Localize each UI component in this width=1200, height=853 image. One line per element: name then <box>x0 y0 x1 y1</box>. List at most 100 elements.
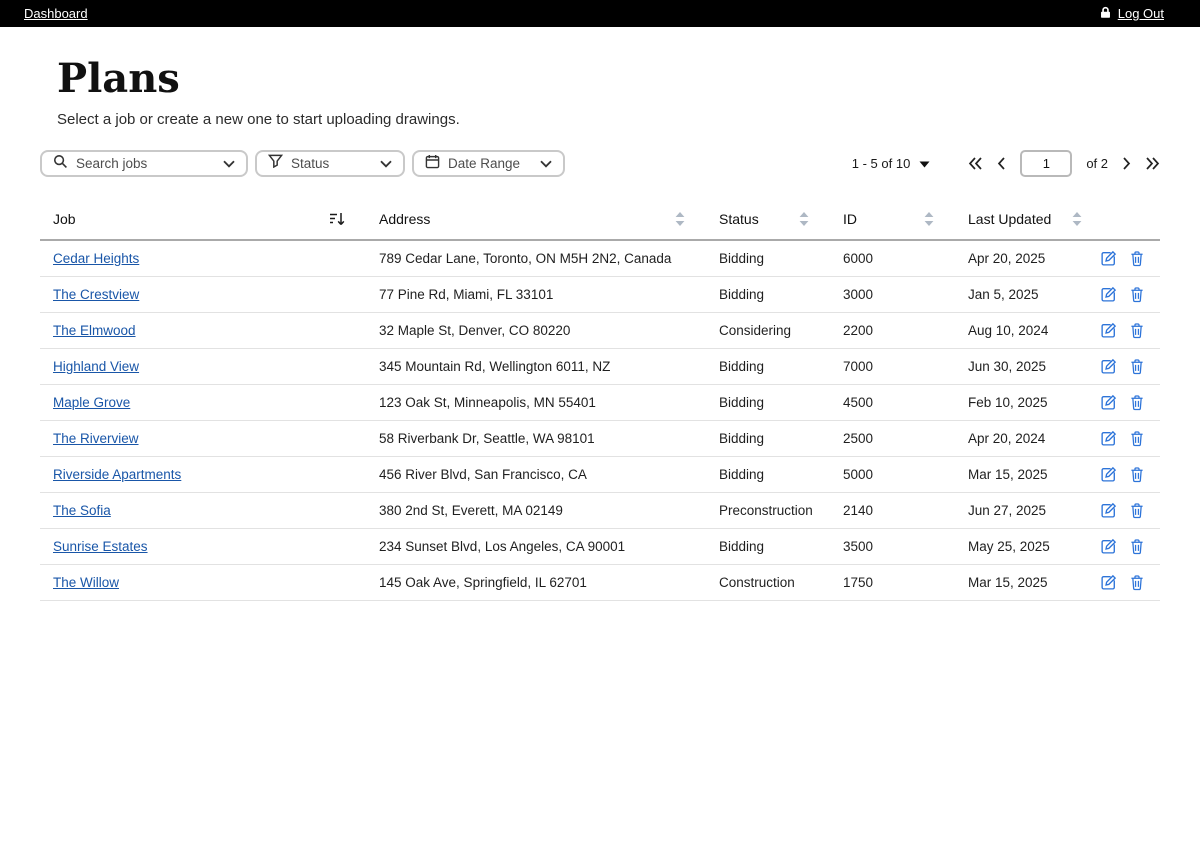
job-link[interactable]: Riverside Apartments <box>53 467 181 482</box>
updated-cell: Apr 20, 2025 <box>968 240 1100 277</box>
job-link[interactable]: The Sofia <box>53 503 111 518</box>
pagination: 1 - 5 of 10 of 2 <box>852 150 1160 177</box>
job-link[interactable]: Highland View <box>53 359 139 374</box>
address-cell: 789 Cedar Lane, Toronto, ON M5H 2N2, Can… <box>379 240 719 277</box>
delete-icon[interactable] <box>1129 574 1145 591</box>
table-header-row: Job Address Status ID <box>40 205 1160 240</box>
next-page-button[interactable] <box>1122 157 1131 170</box>
edit-icon[interactable] <box>1100 574 1117 591</box>
job-link[interactable]: Cedar Heights <box>53 251 139 266</box>
updated-cell: Apr 20, 2024 <box>968 421 1100 457</box>
edit-icon[interactable] <box>1100 250 1117 267</box>
logout-button[interactable]: Log Out <box>1099 6 1164 22</box>
job-link[interactable]: The Crestview <box>53 287 139 302</box>
sort-icon[interactable] <box>675 212 685 226</box>
column-header-job: Job <box>53 211 76 227</box>
address-cell: 77 Pine Rd, Miami, FL 33101 <box>379 277 719 313</box>
page-number-input[interactable] <box>1020 150 1072 177</box>
sort-icon[interactable] <box>1072 212 1082 226</box>
updated-cell: Jun 30, 2025 <box>968 349 1100 385</box>
job-link[interactable]: Maple Grove <box>53 395 130 410</box>
caret-down-icon <box>919 156 930 171</box>
table-row: The Elmwood 32 Maple St, Denver, CO 8022… <box>40 313 1160 349</box>
sort-alpha-icon[interactable] <box>329 212 345 226</box>
rows-per-page-dropdown[interactable]: 1 - 5 of 10 <box>852 156 931 171</box>
updated-cell: Jan 5, 2025 <box>968 277 1100 313</box>
updated-cell: May 25, 2025 <box>968 529 1100 565</box>
column-header-id: ID <box>843 211 857 227</box>
chevron-down-icon <box>223 155 235 173</box>
delete-icon[interactable] <box>1129 322 1145 339</box>
edit-icon[interactable] <box>1100 394 1117 411</box>
delete-icon[interactable] <box>1129 466 1145 483</box>
page-count-label: of 2 <box>1086 156 1108 171</box>
logout-label: Log Out <box>1118 6 1164 21</box>
status-filter-label: Status <box>291 156 329 171</box>
job-link[interactable]: The Willow <box>53 575 119 590</box>
column-header-address: Address <box>379 211 430 227</box>
dashboard-link[interactable]: Dashboard <box>24 6 88 21</box>
edit-icon[interactable] <box>1100 430 1117 447</box>
plans-table: Job Address Status ID <box>40 205 1160 601</box>
address-cell: 58 Riverbank Dr, Seattle, WA 98101 <box>379 421 719 457</box>
status-cell: Bidding <box>719 277 843 313</box>
updated-cell: Feb 10, 2025 <box>968 385 1100 421</box>
delete-icon[interactable] <box>1129 430 1145 447</box>
address-cell: 145 Oak Ave, Springfield, IL 62701 <box>379 565 719 601</box>
date-range-dropdown[interactable]: Date Range <box>412 150 565 177</box>
topbar: Dashboard Log Out <box>0 0 1200 27</box>
job-link[interactable]: The Riverview <box>53 431 139 446</box>
updated-cell: Mar 15, 2025 <box>968 565 1100 601</box>
address-cell: 456 River Blvd, San Francisco, CA <box>379 457 719 493</box>
column-header-status: Status <box>719 211 759 227</box>
status-cell: Bidding <box>719 457 843 493</box>
table-row: The Sofia 380 2nd St, Everett, MA 02149 … <box>40 493 1160 529</box>
lock-icon <box>1099 6 1112 22</box>
sort-icon[interactable] <box>799 212 809 226</box>
id-cell: 2200 <box>843 313 968 349</box>
table-row: The Willow 145 Oak Ave, Springfield, IL … <box>40 565 1160 601</box>
table-row: The Riverview 58 Riverbank Dr, Seattle, … <box>40 421 1160 457</box>
status-cell: Bidding <box>719 421 843 457</box>
id-cell: 2500 <box>843 421 968 457</box>
status-cell: Bidding <box>719 529 843 565</box>
id-cell: 5000 <box>843 457 968 493</box>
sort-icon[interactable] <box>924 212 934 226</box>
status-cell: Preconstruction <box>719 493 843 529</box>
status-filter-dropdown[interactable]: Status <box>255 150 405 177</box>
edit-icon[interactable] <box>1100 286 1117 303</box>
table-row: Cedar Heights 789 Cedar Lane, Toronto, O… <box>40 240 1160 277</box>
delete-icon[interactable] <box>1129 394 1145 411</box>
delete-icon[interactable] <box>1129 286 1145 303</box>
delete-icon[interactable] <box>1129 358 1145 375</box>
search-placeholder: Search jobs <box>76 156 147 171</box>
chevron-down-icon <box>540 155 552 173</box>
status-cell: Considering <box>719 313 843 349</box>
id-cell: 2140 <box>843 493 968 529</box>
edit-icon[interactable] <box>1100 322 1117 339</box>
edit-icon[interactable] <box>1100 502 1117 519</box>
date-range-label: Date Range <box>448 156 520 171</box>
updated-cell: Jun 27, 2025 <box>968 493 1100 529</box>
job-link[interactable]: Sunrise Estates <box>53 539 148 554</box>
edit-icon[interactable] <box>1100 538 1117 555</box>
page-title: Plans <box>57 57 1200 101</box>
table-row: Riverside Apartments 456 River Blvd, San… <box>40 457 1160 493</box>
address-cell: 345 Mountain Rd, Wellington 6011, NZ <box>379 349 719 385</box>
range-text: 1 - 5 of 10 <box>852 156 911 171</box>
edit-icon[interactable] <box>1100 358 1117 375</box>
first-page-button[interactable] <box>968 157 983 170</box>
delete-icon[interactable] <box>1129 250 1145 267</box>
delete-icon[interactable] <box>1129 538 1145 555</box>
filter-icon <box>268 154 283 173</box>
id-cell: 4500 <box>843 385 968 421</box>
address-cell: 234 Sunset Blvd, Los Angeles, CA 90001 <box>379 529 719 565</box>
search-jobs-dropdown[interactable]: Search jobs <box>40 150 248 177</box>
address-cell: 32 Maple St, Denver, CO 80220 <box>379 313 719 349</box>
prev-page-button[interactable] <box>997 157 1006 170</box>
job-link[interactable]: The Elmwood <box>53 323 136 338</box>
updated-cell: Aug 10, 2024 <box>968 313 1100 349</box>
last-page-button[interactable] <box>1145 157 1160 170</box>
edit-icon[interactable] <box>1100 466 1117 483</box>
delete-icon[interactable] <box>1129 502 1145 519</box>
